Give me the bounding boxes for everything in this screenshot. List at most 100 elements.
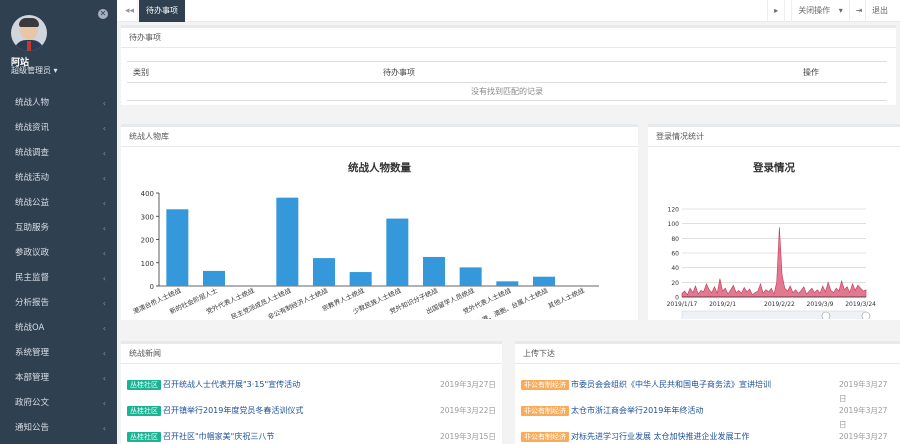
user-role-dropdown[interactable]: 超级管理员 ▾ bbox=[11, 65, 58, 76]
list-item[interactable]: 丛桂社区 召开社区"巾帼家美"庆祝三八节 2019年3月15日 bbox=[127, 430, 497, 444]
news-date: 2019年3月22日 bbox=[440, 406, 496, 415]
list-item[interactable]: 丛桂社区 召开镇举行2019年度党员冬春活训仪式 2019年3月22日 bbox=[127, 404, 497, 418]
category-badge: 非公有制经济 bbox=[521, 431, 569, 442]
y-tick-label: 120 bbox=[668, 207, 680, 214]
column-header[interactable]: 类别 bbox=[127, 61, 377, 83]
avatar[interactable] bbox=[11, 15, 47, 51]
sidebar-item[interactable]: 政府公文 ‹ bbox=[0, 391, 117, 416]
list-item[interactable]: 非公有制经济对标先进学习行业发展 太仓加快推进企业发展工作 2019年3月27日 bbox=[521, 430, 891, 444]
notice-panel: 上传下达 非公有制经济 市委员会会组织《中华人民共和国电子商务法》宣讲培训 2019… bbox=[515, 341, 900, 444]
y-tick-label: 300 bbox=[141, 213, 154, 221]
news-date: 2019年3月27日 bbox=[839, 406, 888, 429]
x-tick-label: 2019/1/17 bbox=[667, 301, 698, 308]
sidebar-item-label: 统战人物 bbox=[15, 98, 50, 108]
x-tick-label: 其他人士统战 bbox=[546, 285, 586, 310]
list-item[interactable]: 非公有制经济 市委员会会组织《中华人民共和国电子商务法》宣讲培训 2019年3月27… bbox=[521, 378, 891, 403]
news-link[interactable]: 召开统战人士代表开展"3·15"宣传活动 bbox=[163, 380, 300, 389]
tab-todo[interactable]: 待办事项 bbox=[139, 0, 185, 22]
sidebar-item-label: 参政议政 bbox=[15, 248, 50, 258]
sidebar-item[interactable]: 民主监督 ‹ bbox=[0, 266, 117, 291]
sidebar-item[interactable]: 统战OA ‹ bbox=[0, 316, 117, 341]
sidebar-item[interactable]: 统战公益 ‹ bbox=[0, 191, 117, 216]
bar[interactable] bbox=[349, 272, 372, 286]
people-bar-chart: 0100200300400港澳台侨人士统战新的社会阶层人士党外代表人士统战民主党… bbox=[131, 190, 599, 319]
chevron-left-icon: ‹ bbox=[102, 99, 106, 108]
caret-down-icon: ▾ bbox=[53, 66, 58, 75]
bar[interactable] bbox=[496, 281, 519, 286]
bar[interactable] bbox=[276, 197, 299, 286]
tab-scroll-left-button[interactable]: ◂◂ bbox=[122, 0, 138, 22]
news-link[interactable]: 召开镇举行2019年度党员冬春活训仪式 bbox=[163, 406, 303, 415]
chevron-left-icon: ‹ bbox=[102, 399, 106, 408]
category-badge: 丛桂社区 bbox=[127, 405, 161, 416]
sidebar-item[interactable]: 本部管理 ‹ bbox=[0, 366, 117, 391]
bar[interactable] bbox=[533, 276, 555, 286]
chevron-left-icon: ‹ bbox=[102, 374, 106, 383]
bar[interactable] bbox=[423, 256, 445, 286]
slider-handle[interactable] bbox=[861, 311, 871, 319]
news-date: 2019年3月27日 bbox=[839, 380, 888, 403]
panel-title: 登录情况统计 bbox=[648, 127, 900, 147]
panel-title: 统战新闻 bbox=[121, 344, 502, 364]
login-area-series[interactable] bbox=[681, 227, 867, 298]
x-tick-label: 非公有制经济人士统战 bbox=[266, 285, 329, 319]
login-area-chart: 0204060801001202019/1/17 2019/2/1 2019/2/2… bbox=[667, 207, 876, 319]
news-link[interactable]: 太仓市浙江商会举行2019年年终活动 bbox=[571, 406, 703, 415]
sidebar-item-label: 通知公告 bbox=[15, 423, 50, 433]
slider-handle[interactable] bbox=[821, 311, 831, 319]
sidebar-item[interactable]: 统战人物 ‹ bbox=[0, 91, 117, 116]
column-header[interactable]: 操作 bbox=[797, 61, 887, 83]
bar[interactable] bbox=[166, 209, 189, 286]
x-tick-label: 2019/3/24 bbox=[845, 301, 876, 308]
sidebar-item[interactable]: 统战资讯 ‹ bbox=[0, 116, 117, 141]
zoom-slider[interactable] bbox=[681, 310, 867, 319]
chevron-left-icon: ‹ bbox=[102, 424, 106, 433]
sidebar-item[interactable]: 系统管理 ‹ bbox=[0, 341, 117, 366]
empty-row: 没有找到匹配的记录 bbox=[127, 82, 887, 101]
y-tick-label: 400 bbox=[141, 190, 154, 198]
close-ops-menu[interactable]: 关闭操作 ▾ bbox=[784, 0, 849, 22]
column-header[interactable]: 待办事项 bbox=[377, 61, 797, 83]
tab-actions: ▸ 关闭操作 ▾ ⇥ 退出 bbox=[767, 0, 900, 22]
news-date: 2019年3月15日 bbox=[440, 432, 496, 441]
y-tick-label: 200 bbox=[141, 237, 154, 245]
user-profile: 阿站 超级管理员 ▾ bbox=[0, 0, 117, 86]
sidebar-item-label: 统战资讯 bbox=[15, 123, 50, 133]
sidebar-item[interactable]: 统战活动 ‹ bbox=[0, 166, 117, 191]
y-tick-label: 80 bbox=[671, 236, 679, 243]
panel-title: 上传下达 bbox=[515, 344, 900, 364]
sidebar-item[interactable]: 统战调查 ‹ bbox=[0, 141, 117, 166]
people-panel: 统战人物库 统战人物数量 0 100 200 300 400 港澳台侨人士统战 新的社会阶层… bbox=[121, 124, 638, 320]
list-item[interactable]: 丛桂社区 召开统战人士代表开展"3·15"宣传活动 2019年3月27日 bbox=[127, 378, 497, 392]
news-link[interactable]: 市委员会会组织《中华人民共和国电子商务法》宣讲培训 bbox=[571, 380, 771, 389]
sidebar-nav: 统战人物 ‹ 统战资讯 ‹ 统战调查 ‹ 统战活动 ‹ 统战公益 ‹ 互助服务 ‹ 参政议政 ‹ 民主监督 ‹… bbox=[0, 91, 117, 441]
sidebar-item-label: 互助服务 bbox=[15, 223, 50, 233]
news-link[interactable]: 召开社区"巾帼家美"庆祝三八节 bbox=[163, 432, 274, 441]
chevron-left-icon: ‹ bbox=[102, 174, 106, 183]
bar[interactable] bbox=[386, 218, 409, 286]
bar[interactable] bbox=[313, 258, 335, 286]
chevron-left-icon: ‹ bbox=[102, 124, 106, 133]
chevron-left-icon: ‹ bbox=[102, 349, 106, 358]
x-tick-label: 2019/2/1 bbox=[709, 301, 736, 308]
sidebar-item[interactable]: 参政议政 ‹ bbox=[0, 241, 117, 266]
chevron-left-icon: ‹ bbox=[102, 299, 106, 308]
sidebar-item[interactable]: 分析报告 ‹ bbox=[0, 291, 117, 316]
list-item[interactable]: 非公有制经济 太仓市浙江商会举行2019年年终活动 2019年3月27日 bbox=[521, 404, 891, 429]
tab-scroll-right-button[interactable]: ▸ bbox=[767, 0, 784, 22]
bar[interactable] bbox=[459, 267, 482, 286]
y-tick-label: 40 bbox=[671, 265, 679, 272]
y-tick-label: 100 bbox=[141, 260, 154, 268]
chevron-left-icon: ‹ bbox=[102, 274, 106, 283]
login-panel: 登录情况统计 登录情况 0 20 40 60 80 100 120 2019/1/17 2019… bbox=[648, 124, 900, 320]
bar[interactable] bbox=[203, 270, 225, 286]
chevron-left-icon: ‹ bbox=[102, 224, 106, 233]
news-link[interactable]: 对标先进学习行业发展 太仓加快推进企业发展工作 bbox=[571, 432, 750, 441]
sidebar-item[interactable]: 通知公告 ‹ bbox=[0, 416, 117, 441]
exit-button[interactable]: ⇥ 退出 bbox=[848, 0, 900, 22]
sidebar-item-label: 统战活动 bbox=[15, 173, 50, 183]
panel-title: 统战人物库 bbox=[121, 127, 638, 147]
sidebar-item[interactable]: 互助服务 ‹ bbox=[0, 216, 117, 241]
chevron-left-icon: ‹ bbox=[102, 249, 106, 258]
news-date: 2019年3月27日 bbox=[839, 432, 888, 441]
